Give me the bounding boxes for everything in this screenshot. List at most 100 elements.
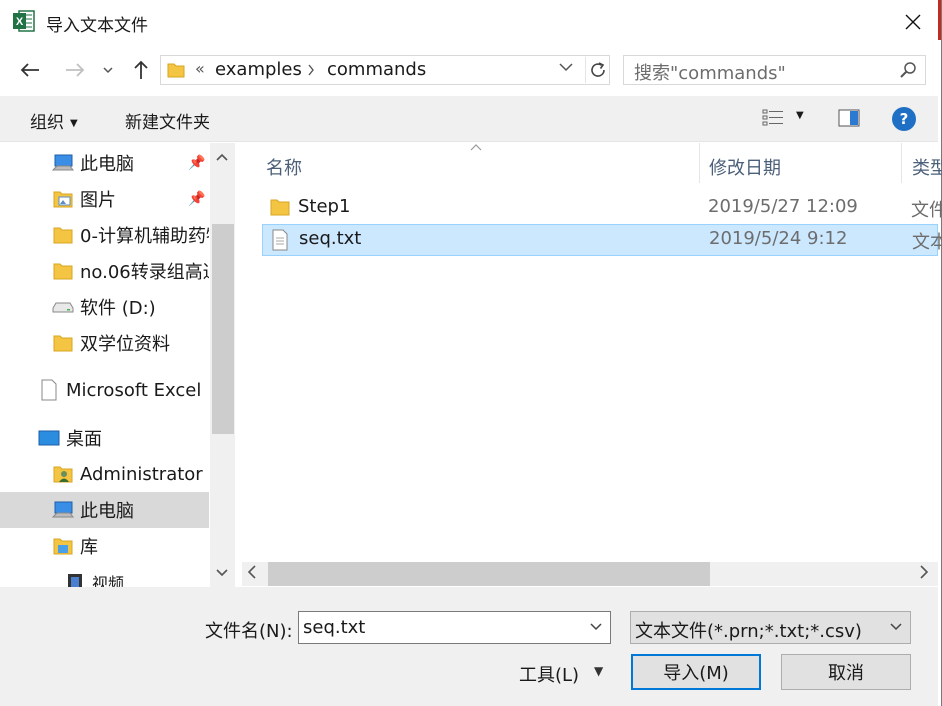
organize-label: 组织 (30, 113, 64, 133)
nav-pane-scroll-thumb[interactable] (212, 224, 234, 434)
tools-button[interactable]: 工具(L) (519, 661, 579, 687)
nav-item-administrator[interactable]: Administrator (0, 456, 209, 492)
nav-item-label: 双学位资料 (80, 334, 170, 355)
search-icon (899, 61, 917, 83)
arrow-left-icon (20, 63, 39, 77)
view-options-button[interactable] (762, 108, 784, 133)
pane-splitter[interactable] (234, 143, 242, 587)
filter-value: 文本文件(*.prn;*.txt;*.csv) (635, 621, 862, 642)
breadcrumb-examples[interactable]: examples (215, 59, 302, 80)
file-row-step1[interactable]: Step1 2019/5/27 12:09 文件夹 (262, 193, 942, 225)
chevron-down-icon (103, 67, 113, 74)
desktop-icon (38, 428, 60, 448)
close-icon (905, 14, 921, 30)
search-input[interactable]: 搜索"commands" (623, 55, 926, 85)
folder-icon (167, 61, 185, 83)
caret-down-icon[interactable]: ▼ (594, 664, 603, 678)
cancel-button[interactable]: 取消 (781, 654, 911, 690)
recent-locations-button[interactable] (96, 56, 120, 84)
new-folder-button[interactable]: 新建文件夹 (125, 108, 210, 133)
help-button[interactable]: ? (892, 107, 916, 131)
file-name: seq.txt (299, 228, 362, 249)
nav-item-videos[interactable]: 视频 (0, 564, 209, 587)
file-type: 文本文档 (912, 232, 942, 253)
nav-item-drive-d[interactable]: 软件 (D:) (0, 289, 209, 325)
breadcrumb-overflow[interactable]: « (195, 59, 205, 78)
horizontal-scroll-thumb[interactable] (268, 562, 710, 586)
address-bar[interactable]: « examples commands (160, 55, 610, 85)
up-button[interactable] (127, 56, 155, 84)
column-header-type[interactable]: 类型 (912, 154, 942, 180)
pc-icon (52, 153, 74, 173)
chevron-left-icon (247, 565, 256, 579)
nav-item-label: Microsoft Excel (66, 379, 202, 401)
folder-icon (270, 197, 290, 222)
file-date: 2019/5/27 12:09 (708, 196, 858, 217)
chevron-down-icon (559, 63, 573, 72)
scroll-left-button[interactable] (247, 565, 256, 583)
preview-pane-button[interactable] (838, 109, 860, 132)
pictures-folder-icon (52, 189, 74, 209)
nav-item-this-pc[interactable]: 此电脑 (0, 492, 209, 528)
nav-item-folder-drug[interactable]: 0-计算机辅助药物 (0, 217, 209, 253)
dialog-title: 导入文本文件 (46, 16, 148, 36)
folder-icon (52, 261, 74, 281)
nav-item-pictures[interactable]: 图片 📌 (0, 181, 209, 217)
filename-value[interactable]: seq.txt (303, 617, 365, 638)
nav-item-microsoft-excel[interactable]: Microsoft Excel (0, 372, 209, 408)
chevron-up-icon (216, 153, 228, 161)
document-icon (38, 379, 60, 401)
column-header-name[interactable]: 名称 (266, 154, 302, 180)
excel-icon: X (12, 9, 36, 33)
file-date: 2019/5/24 9:12 (709, 228, 848, 249)
nav-item-label: no.06转录组高通 (80, 262, 209, 283)
column-divider[interactable] (901, 143, 902, 183)
preview-pane-icon (838, 109, 860, 127)
scroll-right-button[interactable] (920, 565, 929, 583)
import-button[interactable]: 导入(M) (631, 654, 761, 690)
back-button[interactable] (16, 56, 44, 84)
breadcrumb-commands[interactable]: commands (327, 59, 426, 80)
file-type-filter-select[interactable]: 文本文件(*.prn;*.txt;*.csv) (630, 611, 911, 644)
import-text-file-dialog: X 导入文本文件 « examples commands 搜索"commands… (0, 0, 942, 706)
caret-down-icon: ▼ (70, 117, 78, 129)
file-list-header: 名称 修改日期 类型 (242, 143, 942, 185)
file-type: 文件夹 (911, 200, 942, 221)
close-button[interactable] (888, 0, 938, 44)
filename-label: 文件名(N): (205, 621, 293, 642)
scroll-down-button[interactable] (210, 566, 234, 586)
chevron-down-icon[interactable] (590, 620, 602, 634)
scroll-up-button[interactable] (210, 150, 234, 170)
nav-item-label: 此电脑 (80, 501, 134, 522)
arrow-right-icon (66, 63, 85, 77)
file-row-seq-txt[interactable]: seq.txt 2019/5/24 9:12 文本文档 (262, 224, 942, 256)
chevron-right-icon (920, 565, 929, 579)
pin-icon[interactable]: 📌 (188, 155, 205, 171)
nav-item-folder-no06[interactable]: no.06转录组高通 (0, 253, 209, 289)
nav-item-folder-double-degree[interactable]: 双学位资料 (0, 325, 209, 361)
chevron-down-icon (890, 620, 902, 634)
caret-down-icon[interactable]: ▼ (796, 110, 804, 121)
organize-button[interactable]: 组织 ▼ (30, 108, 78, 133)
column-header-date[interactable]: 修改日期 (709, 154, 781, 180)
nav-item-label: 软件 (D:) (80, 298, 156, 319)
text-file-icon (271, 229, 289, 256)
folder-icon (52, 225, 74, 245)
search-placeholder: 搜索"commands" (634, 63, 786, 84)
file-name: Step1 (298, 196, 351, 217)
refresh-button[interactable] (585, 57, 609, 83)
nav-item-label: 视频 (92, 574, 125, 587)
nav-item-this-pc-pinned[interactable]: 此电脑 📌 (0, 145, 209, 181)
title-bar: X 导入文本文件 (0, 0, 938, 44)
nav-item-libraries[interactable]: 库 (0, 528, 209, 564)
video-icon (64, 572, 86, 587)
chevron-right-icon[interactable] (307, 61, 315, 80)
forward-button[interactable] (61, 56, 89, 84)
command-bar: 组织 ▼ 新建文件夹 ▼ (0, 96, 938, 142)
pc-icon (52, 500, 74, 520)
pin-icon[interactable]: 📌 (188, 191, 205, 207)
filename-input[interactable]: seq.txt (298, 611, 611, 644)
address-dropdown-button[interactable] (559, 60, 573, 76)
nav-item-desktop[interactable]: 桌面 (0, 420, 209, 456)
column-divider[interactable] (699, 143, 700, 183)
